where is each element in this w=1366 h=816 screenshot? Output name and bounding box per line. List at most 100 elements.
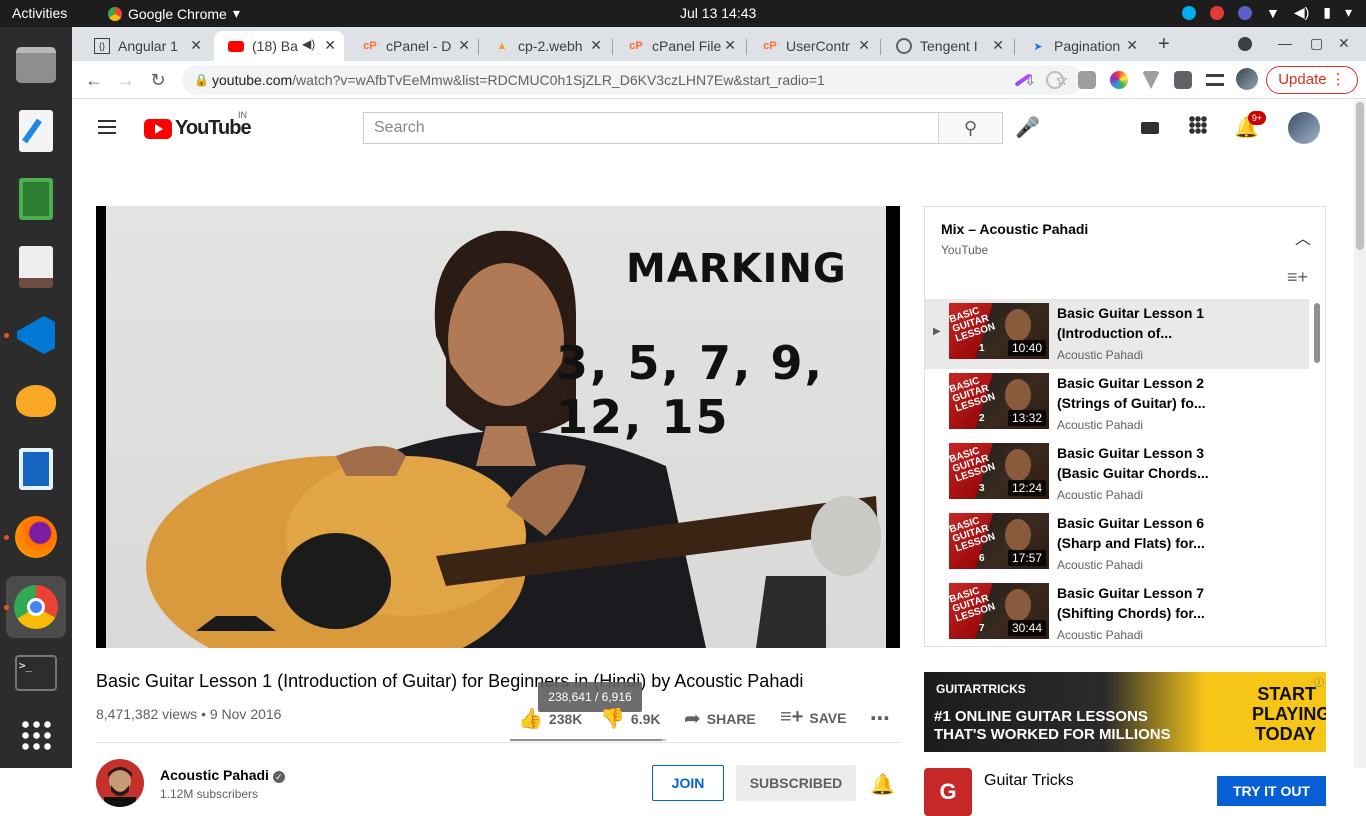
files-icon[interactable]: [12, 41, 60, 89]
close-icon[interactable]: ✕: [992, 37, 1004, 54]
close-icon[interactable]: ✕: [324, 37, 336, 54]
playlist-item-title[interactable]: Basic Guitar Lesson 7 (Shifting Chords) f…: [1057, 583, 1217, 623]
ad-banner[interactable]: GUITARTRICKS #1 ONLINE GUITAR LESSONS TH…: [924, 672, 1326, 752]
close-icon[interactable]: ✕: [190, 37, 202, 54]
firefox-icon[interactable]: [12, 513, 60, 561]
try-it-out-button[interactable]: TRY IT OUT: [1217, 776, 1326, 806]
vue-devtools-icon[interactable]: [1142, 71, 1160, 89]
subscribed-button[interactable]: SUBSCRIBED: [736, 765, 856, 801]
tab-youtube[interactable]: (18) Ba ◀) ✕: [214, 31, 344, 61]
dislike-button[interactable]: 👎 6.9K: [600, 706, 660, 731]
tab-angular[interactable]: {} Angular 1 ✕: [80, 31, 210, 61]
color-picker-icon[interactable]: [1110, 71, 1128, 89]
close-icon[interactable]: ✕: [458, 37, 470, 54]
media-control-icon[interactable]: [1206, 74, 1224, 86]
search-input[interactable]: Search: [363, 112, 939, 144]
video-thumbnail[interactable]: BASIC GUITAR LESSON 2 13:32: [949, 373, 1049, 429]
save-button[interactable]: ≡+ SAVE: [780, 706, 846, 729]
vscode-icon[interactable]: [12, 311, 60, 359]
playlist-item-title[interactable]: Basic Guitar Lesson 6 (Sharp and Flats) f…: [1057, 513, 1217, 553]
advertiser-name[interactable]: Guitar Tricks: [984, 772, 1074, 790]
lock-icon[interactable]: 🔒: [194, 65, 209, 95]
channel-name[interactable]: Acoustic Pahadi ✓: [160, 767, 285, 783]
channel-avatar[interactable]: [96, 759, 144, 807]
playlist-item[interactable]: BASIC GUITAR LESSON 7 30:44 Basic Guitar Le…: [925, 579, 1309, 646]
advertiser-logo[interactable]: G: [924, 768, 972, 816]
close-icon[interactable]: ✕: [724, 37, 736, 54]
share-button[interactable]: ➦ SHARE: [684, 706, 756, 731]
save-playlist-icon[interactable]: ≡+: [1287, 267, 1308, 288]
playlist-item[interactable]: BASIC GUITAR LESSON 6 17:57 Basic Guitar Le…: [925, 509, 1309, 579]
playlist-item-title[interactable]: Basic Guitar Lesson 1 (Introduction of...: [1057, 303, 1217, 343]
account-avatar[interactable]: [1288, 112, 1320, 144]
camera-icon[interactable]: [1078, 71, 1096, 89]
tab-usercontroller[interactable]: cP UserContr ✕: [748, 31, 878, 61]
wifi-icon[interactable]: ▼: [1266, 5, 1280, 21]
tab-webhost[interactable]: ▲ cp-2.webh ✕: [480, 31, 610, 61]
channel-bell-icon[interactable]: 🔔: [870, 772, 895, 797]
update-button[interactable]: Update ⋮: [1266, 66, 1358, 94]
video-thumbnail[interactable]: BASIC GUITAR LESSON 7 30:44: [949, 583, 1049, 639]
teapot-icon[interactable]: [12, 377, 60, 425]
playlist-title[interactable]: Mix – Acoustic Pahadi: [941, 221, 1088, 237]
chevron-down-icon[interactable]: ▾: [1345, 4, 1352, 21]
chrome-dock-icon[interactable]: [6, 576, 66, 638]
volume-icon[interactable]: ◀): [1294, 4, 1309, 21]
video-thumbnail[interactable]: BASIC GUITAR LESSON 3 12:24: [949, 443, 1049, 499]
playlist-item[interactable]: ▶ BASIC GUITAR LESSON 1 10:40 Basic Guitar L…: [925, 299, 1309, 369]
clock[interactable]: Jul 13 14:43: [680, 5, 756, 21]
minimize-button[interactable]: —: [1278, 35, 1292, 51]
tab-cpanel[interactable]: cP cPanel - D ✕: [348, 31, 478, 61]
apps-grid-icon[interactable]: [1186, 116, 1210, 140]
playlist-item-title[interactable]: Basic Guitar Lesson 3 (Basic Guitar Chord…: [1057, 443, 1217, 483]
reload-button[interactable]: ↻: [146, 68, 170, 92]
app-menu[interactable]: Google Chrome ▾: [108, 5, 240, 22]
chevron-up-icon[interactable]: ︿: [1295, 225, 1311, 249]
create-video-icon[interactable]: [1138, 116, 1162, 140]
profile-avatar[interactable]: [1236, 68, 1258, 90]
audio-playing-icon[interactable]: ◀): [302, 37, 315, 51]
like-button[interactable]: 👍 238K: [518, 706, 582, 731]
document-viewer-icon[interactable]: [12, 243, 60, 291]
forward-button[interactable]: →: [114, 68, 138, 92]
youtube-logo[interactable]: YouTube IN: [144, 110, 252, 140]
playlist-item-title[interactable]: Basic Guitar Lesson 2 (Strings of Guitar)…: [1057, 373, 1217, 413]
page-scrollbar[interactable]: [1354, 100, 1366, 768]
terminal-icon[interactable]: >_: [12, 649, 60, 697]
tab-pagination[interactable]: ➤ Pagination ✕: [1016, 31, 1146, 61]
close-icon[interactable]: ✕: [1126, 37, 1138, 54]
video-frame[interactable]: MARKING 3, 5, 7, 9, 12, 15: [106, 206, 886, 648]
battery-icon[interactable]: ▮: [1323, 4, 1331, 21]
maximize-button[interactable]: ▢: [1310, 35, 1323, 52]
search-button[interactable]: ⚲: [938, 112, 1003, 144]
menu-icon[interactable]: [98, 120, 116, 134]
video-player[interactable]: MARKING 3, 5, 7, 9, 12, 15: [96, 206, 900, 648]
show-apps-icon[interactable]: [12, 711, 60, 759]
more-actions-button[interactable]: ⋯: [870, 706, 890, 731]
address-bar[interactable]: 🔒 youtube.com/watch?v=wAfbTvEeMmw&list=R…: [182, 65, 1082, 95]
tab-search-icon[interactable]: [1238, 37, 1252, 51]
microphone-icon[interactable]: 🎤: [1015, 116, 1040, 140]
extension-icon[interactable]: [1046, 71, 1064, 89]
playlist-scrollbar[interactable]: [1314, 303, 1320, 363]
playlist-item[interactable]: BASIC GUITAR LESSON 3 12:24 Basic Guitar Le…: [925, 439, 1309, 509]
close-window-button[interactable]: ✕: [1338, 35, 1350, 52]
back-button[interactable]: ←: [82, 68, 106, 92]
activities-button[interactable]: Activities: [12, 5, 67, 21]
playlist-item[interactable]: BASIC GUITAR LESSON 2 13:32 Basic Guitar Le…: [925, 369, 1309, 439]
tab-tengent[interactable]: Tengent I ✕: [882, 31, 1012, 61]
system-tray[interactable]: ▼ ◀) ▮ ▾: [1181, 4, 1352, 21]
join-button[interactable]: JOIN: [652, 765, 724, 801]
video-thumbnail[interactable]: BASIC GUITAR LESSON 1 10:40: [949, 303, 1049, 359]
close-icon[interactable]: ✕: [858, 37, 870, 54]
writer-icon[interactable]: [12, 445, 60, 493]
ad-info-icon[interactable]: ⓘ: [1314, 674, 1324, 689]
do-not-disturb-icon[interactable]: [1209, 5, 1224, 20]
skype-icon[interactable]: [1181, 5, 1196, 20]
new-tab-button[interactable]: +: [1158, 33, 1170, 56]
tab-cpanel-files[interactable]: cP cPanel File ✕: [614, 31, 744, 61]
extensions-puzzle-icon[interactable]: [1174, 71, 1192, 89]
video-thumbnail[interactable]: BASIC GUITAR LESSON 6 17:57: [949, 513, 1049, 569]
spreadsheet-icon[interactable]: [12, 175, 60, 223]
close-icon[interactable]: ✕: [590, 37, 602, 54]
